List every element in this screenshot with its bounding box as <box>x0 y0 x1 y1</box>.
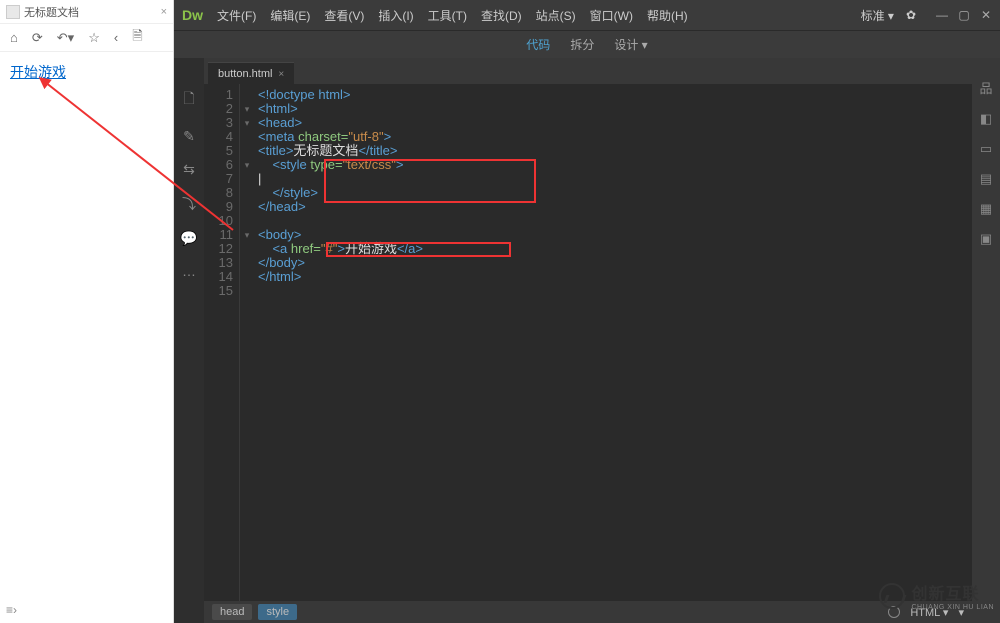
menu-find[interactable]: 查找(D) <box>481 7 522 24</box>
window-controls: — ▢ ✕ <box>936 8 992 22</box>
back-icon[interactable]: ↶▾ <box>57 30 74 46</box>
tab-label: button.html <box>218 68 272 80</box>
line-numbers: 123 456 789 101112 131415 <box>204 84 240 601</box>
view-switcher: 代码 拆分 设计 ▾ <box>174 30 1000 58</box>
menu-window[interactable]: 窗口(W) <box>590 7 633 24</box>
tab-bar: button.html × <box>204 58 972 84</box>
watermark: 创新互联 CHUANG XIN HU LIAN <box>879 580 994 611</box>
more-icon[interactable]: … <box>182 263 196 279</box>
fold-gutter: ▾▾ ▾ ▾ <box>240 84 254 601</box>
preview-panel: 无标题文档 × ⌂ ⟳ ↶▾ ☆ ‹ 🗎 开始游戏 <box>0 0 174 623</box>
menu-site[interactable]: 站点(S) <box>536 7 576 24</box>
crumb-head[interactable]: head <box>212 604 252 620</box>
annotation-box-style <box>324 159 536 203</box>
view-code[interactable]: 代码 <box>526 36 550 53</box>
close-icon[interactable]: × <box>161 6 167 18</box>
maximize-icon[interactable]: ▢ <box>958 8 970 22</box>
prev-icon[interactable]: ‹ <box>114 30 118 45</box>
code-lines[interactable]: <!doctype html> <html> <head> <meta char… <box>254 84 972 601</box>
dw-logo: Dw <box>182 7 203 23</box>
menu-edit[interactable]: 编辑(E) <box>270 7 310 24</box>
preview-link[interactable]: 开始游戏 <box>10 64 66 80</box>
doc-icon[interactable]: 🗎 <box>132 27 142 49</box>
menu-tools[interactable]: 工具(T) <box>428 7 467 24</box>
menu-view[interactable]: 查看(V) <box>324 7 364 24</box>
left-toolbar: 🗋 ✎ ⇆ ⤵ 💬 … <box>174 58 204 623</box>
file-icon[interactable]: 🗋 <box>183 88 194 112</box>
menu-help[interactable]: 帮助(H) <box>647 7 688 24</box>
view-split[interactable]: 拆分 <box>570 36 594 53</box>
preview-titlebar: 无标题文档 × <box>0 0 173 24</box>
comment-icon[interactable]: 💬 <box>180 230 197 247</box>
tab-button-html[interactable]: button.html × <box>208 62 294 84</box>
panel-icon-2[interactable]: ◧ <box>980 111 992 127</box>
gear-icon[interactable]: ✿ <box>906 8 916 22</box>
close-window-icon[interactable]: ✕ <box>980 8 992 22</box>
code-editor: button.html × 123 456 789 101112 131415 … <box>204 58 972 623</box>
tab-close-icon[interactable]: × <box>278 69 284 80</box>
menu-file[interactable]: 文件(F) <box>217 7 256 24</box>
annotation-box-anchor <box>326 242 511 257</box>
preview-content: 开始游戏 <box>0 52 173 92</box>
view-design[interactable]: 设计 ▾ <box>614 36 647 53</box>
watermark-subtext: CHUANG XIN HU LIAN <box>911 604 994 611</box>
crumb-style[interactable]: style <box>258 604 297 620</box>
right-toolbar: 品 ◧ ▭ ▤ ▦ ▣ <box>972 58 1000 623</box>
wrap-icon[interactable]: ⤵ <box>182 194 196 214</box>
layout-selector[interactable]: 标准 ▾ <box>861 7 894 24</box>
reload-icon[interactable]: ⟳ <box>32 30 43 46</box>
menu-insert[interactable]: 插入(I) <box>378 7 413 24</box>
watermark-logo-icon <box>879 583 905 609</box>
panel-icon-6[interactable]: ▣ <box>980 231 992 247</box>
panel-icon-3[interactable]: ▭ <box>980 141 992 157</box>
watermark-text: 创新互联 <box>911 580 994 604</box>
panel-icon-1[interactable]: 品 <box>979 78 992 97</box>
dreamweaver-window: Dw 文件(F) 编辑(E) 查看(V) 插入(I) 工具(T) 查找(D) 站… <box>174 0 1000 623</box>
menubar: Dw 文件(F) 编辑(E) 查看(V) 插入(I) 工具(T) 查找(D) 站… <box>174 0 1000 30</box>
code-area[interactable]: 123 456 789 101112 131415 ▾▾ ▾ ▾ <!docty… <box>204 84 972 601</box>
document-icon <box>6 5 20 19</box>
minimize-icon[interactable]: — <box>936 8 948 22</box>
editor-body: 🗋 ✎ ⇆ ⤵ 💬 … button.html × 123 456 789 10… <box>174 58 1000 623</box>
edit-icon[interactable]: ✎ <box>183 128 195 145</box>
preview-title: 无标题文档 <box>24 4 79 20</box>
panel-icon-4[interactable]: ▤ <box>980 171 992 187</box>
status-bar: head style HTML ▾ ▾ <box>204 601 972 623</box>
swap-icon[interactable]: ⇆ <box>183 161 195 178</box>
star-icon[interactable]: ☆ <box>88 30 100 46</box>
bottom-left-icon[interactable]: ≡› <box>6 603 17 617</box>
preview-toolbar: ⌂ ⟳ ↶▾ ☆ ‹ 🗎 <box>0 24 173 52</box>
home-icon[interactable]: ⌂ <box>10 30 18 45</box>
panel-icon-5[interactable]: ▦ <box>980 201 992 217</box>
